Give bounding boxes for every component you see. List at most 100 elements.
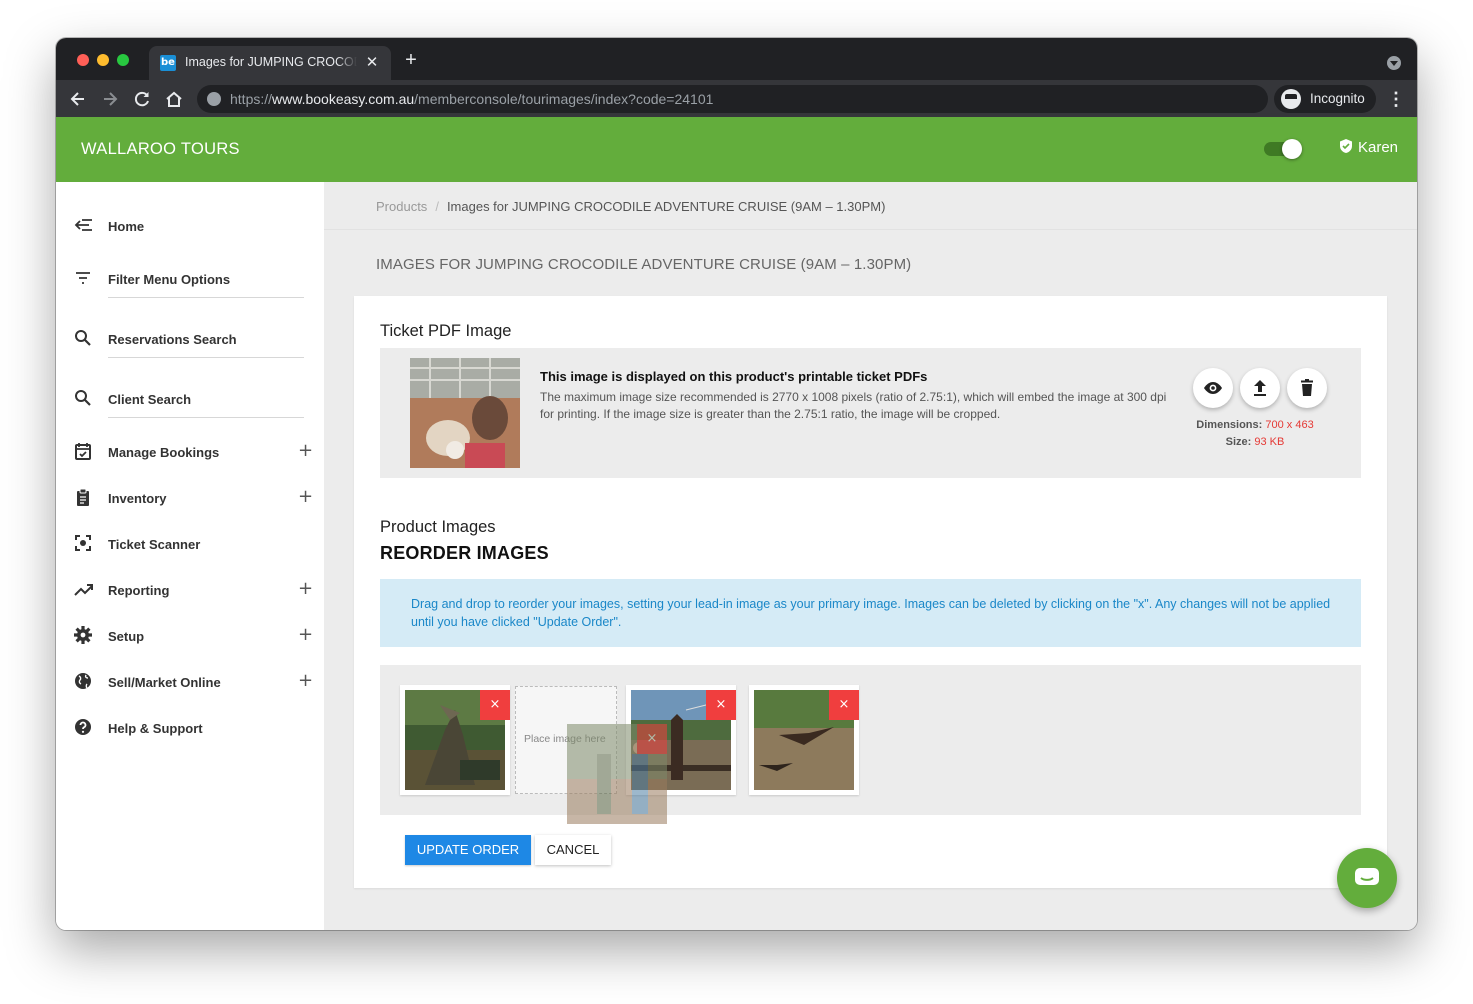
expand-plus-icon[interactable]: + — [298, 441, 313, 461]
sidebar-item-ticket-scanner[interactable]: Ticket Scanner — [74, 534, 314, 574]
ticket-pdf-description: The maximum image size recommended is 27… — [540, 390, 1167, 421]
browser-window: be Images for JUMPING CROCODILE ADVENTUR… — [56, 38, 1417, 930]
calendar-check-icon — [75, 443, 91, 460]
sidebar-item-manage-bookings[interactable]: Manage Bookings + — [74, 441, 314, 482]
browser-tab-bar: be Images for JUMPING CROCODILE ADVENTUR… — [56, 38, 1417, 80]
sidebar-item-label: Ticket Scanner — [108, 537, 201, 552]
sidebar-item-help-support[interactable]: Help & Support — [74, 718, 314, 758]
breadcrumb: Products / Images for JUMPING CROCODILE AD… — [376, 199, 885, 214]
reorder-images-grid: × Place image here × × × — [380, 665, 1361, 824]
delete-image-x-icon[interactable]: × — [829, 690, 859, 720]
tab-search-chevron-icon[interactable] — [1387, 56, 1401, 70]
dragging-image-ghost[interactable]: × — [567, 724, 667, 824]
chat-bubble-icon — [1355, 868, 1379, 885]
search-icon — [75, 390, 91, 406]
globe-icon — [75, 673, 91, 689]
expand-plus-icon[interactable]: + — [298, 579, 313, 599]
sidebar-item-label: Help & Support — [108, 721, 203, 736]
product-image-tile[interactable]: × — [749, 685, 859, 795]
url-text: https://www.bookeasy.com.au/memberconsol… — [230, 91, 714, 107]
expand-plus-icon[interactable]: + — [298, 625, 313, 645]
sidebar-divider — [108, 297, 304, 298]
incognito-label: Incognito — [1310, 91, 1365, 106]
breadcrumb-divider — [324, 229, 1417, 230]
app-header: WALLAROO TOURS Karen — [56, 117, 1417, 182]
delete-image-x-icon: × — [637, 724, 667, 754]
filter-icon — [76, 272, 90, 284]
tab-close-icon[interactable]: ✕ — [363, 54, 381, 72]
product-image-tile[interactable]: × — [400, 685, 510, 795]
sidebar-divider — [108, 417, 304, 418]
address-bar[interactable]: https://www.bookeasy.com.au/memberconsol… — [197, 85, 1268, 113]
sidebar-item-client-search[interactable]: Client Search — [74, 389, 314, 429]
tab-title: Images for JUMPING CROCODILE ADVENTURE C… — [185, 55, 357, 71]
help-icon — [75, 719, 91, 735]
cancel-button[interactable]: CANCEL — [535, 835, 611, 865]
sidebar-item-reservations-search[interactable]: Reservations Search — [74, 329, 314, 369]
image-size: Size: 93 KB — [1225, 436, 1285, 448]
sidebar-item-reporting[interactable]: Reporting + — [74, 579, 314, 620]
menu-collapse-icon — [74, 219, 92, 231]
reorder-instructions-alert: Drag and drop to reorder your images, se… — [380, 579, 1361, 647]
scan-icon — [75, 535, 91, 551]
ticket-pdf-heading: This image is displayed on this product'… — [540, 369, 928, 384]
window-zoom-button[interactable] — [117, 54, 129, 66]
product-images-section-title: Product Images — [380, 518, 496, 536]
sidebar-item-label: Client Search — [108, 392, 192, 407]
sidebar-item-label: Home — [108, 219, 145, 234]
upload-icon — [1254, 380, 1266, 396]
upload-image-button[interactable] — [1240, 368, 1280, 408]
image-dimensions: Dimensions: 700 x 463 — [1196, 419, 1314, 431]
sidebar-item-setup[interactable]: Setup + — [74, 625, 314, 666]
reload-icon[interactable] — [131, 88, 153, 110]
expand-plus-icon[interactable]: + — [298, 487, 313, 507]
incognito-icon — [1281, 89, 1301, 109]
sidebar-item-inventory[interactable]: Inventory + — [74, 487, 314, 528]
user-menu[interactable]: Karen — [1340, 139, 1398, 156]
ticket-pdf-panel: This image is displayed on this product'… — [380, 348, 1361, 478]
browser-tab[interactable]: be Images for JUMPING CROCODILE ADVENTUR… — [149, 46, 391, 80]
breadcrumb-separator: / — [435, 199, 439, 214]
sidebar-item-sell-market-online[interactable]: Sell/Market Online + — [74, 671, 314, 712]
delete-image-x-icon[interactable]: × — [706, 690, 736, 720]
sidebar-item-label: Reservations Search — [108, 332, 237, 347]
home-icon[interactable] — [163, 88, 185, 110]
browser-menu-icon[interactable]: ⋮ — [1387, 88, 1405, 110]
eye-icon — [1204, 382, 1222, 394]
incognito-badge[interactable]: Incognito — [1274, 85, 1376, 113]
view-image-button[interactable] — [1193, 368, 1233, 408]
page-title: IMAGES FOR JUMPING CROCODILE ADVENTURE C… — [376, 256, 912, 273]
breadcrumb-link-products[interactable]: Products — [376, 199, 427, 214]
forward-arrow-icon[interactable] — [99, 88, 121, 110]
delete-image-x-icon[interactable]: × — [480, 690, 510, 720]
new-tab-plus-icon[interactable]: + — [401, 50, 421, 70]
toggle-knob — [1282, 139, 1302, 159]
sidebar-item-label: Filter Menu Options — [108, 272, 231, 287]
sidebar-item-label: Inventory — [108, 491, 167, 506]
chat-launcher-button[interactable] — [1337, 848, 1397, 908]
sidebar-item-label: Sell/Market Online — [108, 675, 221, 690]
shield-check-icon — [1340, 139, 1352, 153]
reorder-images-title: REORDER IMAGES — [380, 543, 549, 563]
sidebar-item-filter-menu-options[interactable]: Filter Menu Options — [74, 269, 314, 309]
bookeasy-favicon-icon: be — [160, 55, 176, 71]
mode-toggle[interactable] — [1264, 139, 1302, 159]
back-arrow-icon[interactable] — [67, 88, 89, 110]
window-minimize-button[interactable] — [97, 54, 109, 66]
ticket-pdf-thumbnail — [410, 358, 520, 468]
browser-toolbar: https://www.bookeasy.com.au/memberconsol… — [56, 80, 1417, 117]
sidebar-item-label: Setup — [108, 629, 145, 644]
window-close-button[interactable] — [77, 54, 89, 66]
sidebar-nav: Home Filter Menu Options Reservations Se… — [56, 182, 324, 930]
search-icon — [75, 330, 91, 346]
breadcrumb-current: Images for JUMPING CROCODILE ADVENTURE C… — [446, 199, 886, 214]
images-card: Ticket PDF Image This image is displayed — [354, 296, 1387, 888]
site-info-icon[interactable] — [207, 92, 221, 106]
clipboard-icon — [77, 488, 89, 506]
sidebar-item-home[interactable]: Home — [74, 216, 314, 256]
reorder-instructions: Drag and drop to reorder your images, se… — [411, 597, 1331, 629]
expand-plus-icon[interactable]: + — [298, 671, 313, 691]
brand-name: WALLAROO TOURS — [81, 140, 240, 158]
update-order-button[interactable]: UPDATE ORDER — [405, 835, 531, 865]
delete-image-button[interactable] — [1287, 368, 1327, 408]
